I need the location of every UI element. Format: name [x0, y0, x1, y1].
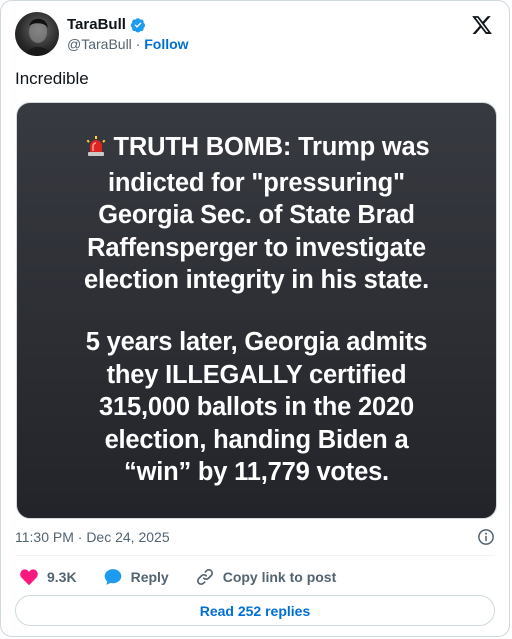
image-text-line: Raffensperger to investigate — [87, 233, 426, 262]
copy-link-label: Copy link to post — [222, 569, 337, 585]
post-image[interactable]: TRUTH BOMB: Trump was indicted for "pres… — [16, 102, 497, 519]
divider — [15, 555, 495, 556]
image-text-line: 5 years later, Georgia admits — [85, 328, 428, 356]
author-handle[interactable]: @TaraBull — [67, 36, 132, 52]
image-text-line: Georgia Sec. of State Brad — [98, 201, 415, 229]
embedded-post-card: TaraBull @TaraBull · Follow Incredible T… — [0, 0, 510, 637]
info-icon[interactable] — [477, 528, 495, 546]
read-replies-button[interactable]: Read 252 replies — [15, 595, 495, 626]
author-names: TaraBull @TaraBull · Follow — [67, 16, 189, 52]
police-siren-icon — [84, 134, 108, 167]
image-text-line: election integrity in his state. — [83, 266, 429, 294]
image-text-paragraph-1: TRUTH BOMB: Trump was indicted for "pres… — [17, 131, 496, 297]
image-text-line: 315,000 ballots in the 2020 — [99, 393, 414, 421]
verified-badge-icon — [130, 17, 146, 33]
reply-button[interactable]: Reply — [103, 567, 169, 587]
image-text-paragraph-2: 5 years later, Georgia admits they ILLEG… — [17, 326, 496, 489]
copy-link-button[interactable]: Copy link to post — [195, 567, 337, 587]
image-text-line: TRUTH BOMB: Trump was — [17, 131, 496, 167]
heart-icon — [20, 569, 38, 586]
follow-button[interactable]: Follow — [144, 36, 188, 52]
action-bar: 9.3K Reply Copy link to post — [19, 566, 362, 588]
post-timestamp[interactable]: 11:30 PM · Dec 24, 2025 — [15, 529, 170, 545]
author-display-name[interactable]: TaraBull — [67, 16, 126, 33]
like-count: 9.3K — [47, 569, 77, 585]
image-text-line: indicted for "pressuring" — [108, 168, 405, 197]
post-text: Incredible — [15, 69, 89, 88]
separator-dot: · — [135, 36, 141, 52]
avatar[interactable] — [15, 12, 59, 56]
reply-bubble-icon — [104, 569, 121, 585]
like-button[interactable]: 9.3K — [19, 567, 77, 587]
reply-label: Reply — [130, 569, 169, 585]
post-header: TaraBull @TaraBull · Follow — [15, 12, 495, 56]
link-icon — [196, 568, 213, 586]
image-text-line: election, handing Biden a — [104, 425, 409, 454]
x-logo-icon[interactable] — [471, 14, 493, 36]
image-text-line: they ILLEGALLY certified — [106, 360, 407, 389]
image-text-line: “win” by 11,779 votes. — [124, 458, 389, 486]
